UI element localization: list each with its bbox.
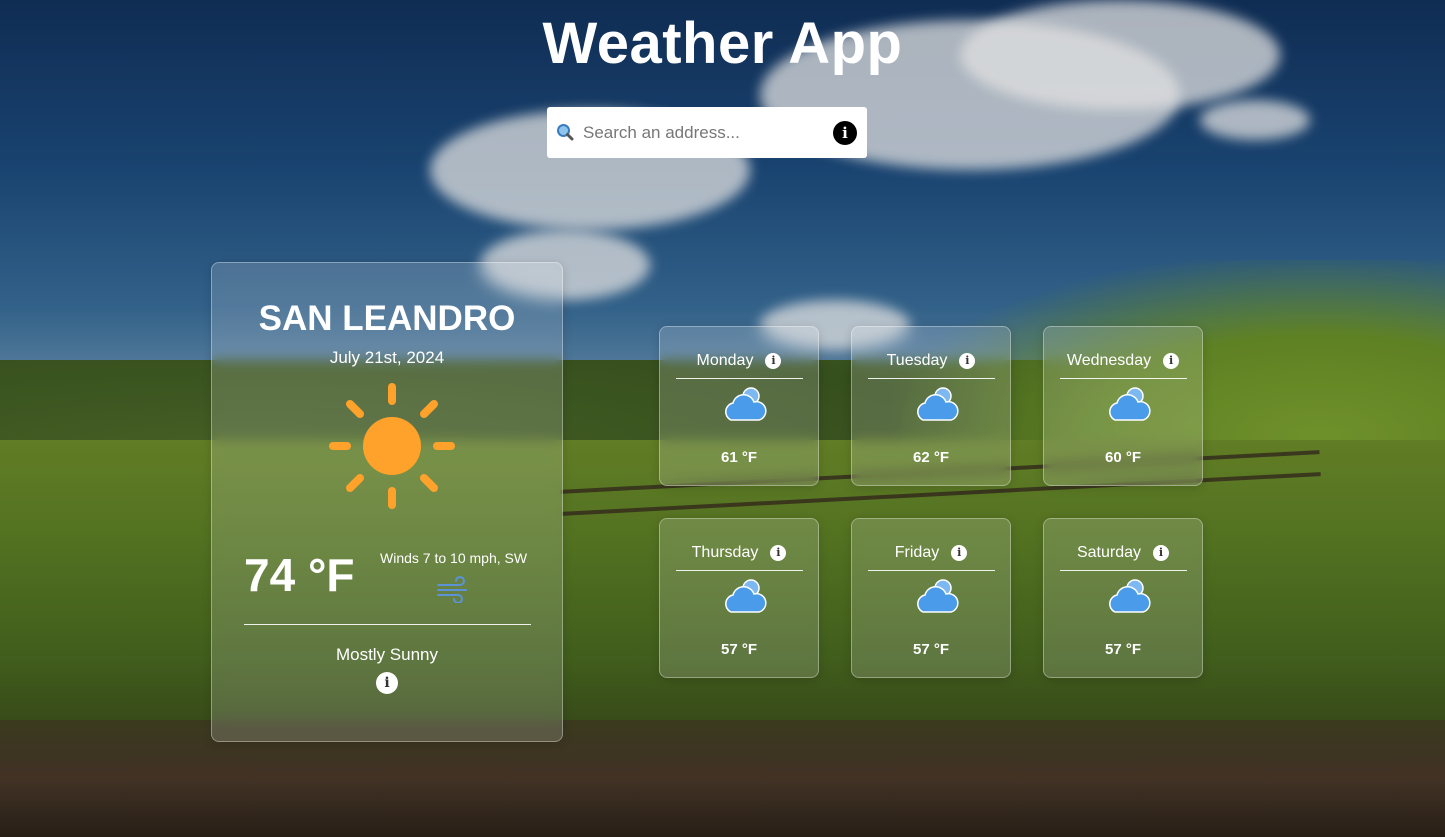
sun-icon xyxy=(329,383,455,509)
forecast-day-label: Monday xyxy=(696,352,754,369)
info-icon[interactable]: i xyxy=(951,545,968,561)
forecast-day-label: Thursday xyxy=(691,544,759,561)
forecast-day-label: Wednesday xyxy=(1066,352,1152,369)
forecast-day-header: Thursday i xyxy=(660,544,818,562)
condition-text: Mostly Sunny xyxy=(335,645,439,664)
search-icon xyxy=(557,124,574,141)
wind-description: Winds 7 to 10 mph, SW xyxy=(380,550,528,566)
forecast-day-label: Tuesday xyxy=(886,352,948,369)
cloud-icon xyxy=(917,387,959,421)
forecast-card-tuesday[interactable]: Tuesday i 62 °F xyxy=(851,326,1011,486)
condition-info-icon[interactable]: i xyxy=(376,672,398,694)
forecast-day-header: Wednesday i xyxy=(1044,352,1202,370)
wind-icon xyxy=(437,576,467,603)
current-divider xyxy=(244,624,531,625)
forecast-card-friday[interactable]: Friday i 57 °F xyxy=(851,518,1011,678)
forecast-card-thursday[interactable]: Thursday i 57 °F xyxy=(659,518,819,678)
city-name: SAN LEANDRO xyxy=(258,299,516,338)
info-icon[interactable]: i xyxy=(1153,545,1170,561)
forecast-card-saturday[interactable]: Saturday i 57 °F xyxy=(1043,518,1203,678)
info-icon[interactable]: i xyxy=(770,545,787,561)
forecast-divider xyxy=(1060,378,1187,379)
info-icon[interactable]: i xyxy=(1163,353,1180,369)
search-info-icon[interactable]: i xyxy=(833,121,857,145)
forecast-temperature: 57 °F xyxy=(912,641,949,658)
forecast-card-wednesday[interactable]: Wednesday i 60 °F xyxy=(1043,326,1203,486)
forecast-day-header: Monday i xyxy=(660,352,818,370)
forecast-temperature: 57 °F xyxy=(720,641,757,658)
forecast-temperature: 60 °F xyxy=(1104,449,1141,466)
info-icon[interactable]: i xyxy=(765,353,782,369)
forecast-divider xyxy=(1060,570,1187,571)
forecast-temperature: 61 °F xyxy=(720,449,757,466)
cloud-icon xyxy=(917,579,959,613)
current-date: July 21st, 2024 xyxy=(329,348,445,367)
current-weather-card: SAN LEANDRO July 21st, 2024 74 °F Winds … xyxy=(211,262,563,742)
cloud-icon xyxy=(725,579,767,613)
forecast-divider xyxy=(868,570,995,571)
current-temperature: 74 °F xyxy=(244,549,355,601)
forecast-card-monday[interactable]: Monday i 61 °F xyxy=(659,326,819,486)
info-icon[interactable]: i xyxy=(959,353,976,369)
forecast-day-label: Friday xyxy=(894,544,940,561)
cloud-icon xyxy=(1109,579,1151,613)
search-input[interactable] xyxy=(581,117,825,149)
forecast-day-header: Saturday i xyxy=(1044,544,1202,562)
cloud-icon xyxy=(725,387,767,421)
search-bar: i xyxy=(547,107,867,158)
forecast-temperature: 62 °F xyxy=(912,449,949,466)
forecast-divider xyxy=(676,570,803,571)
forecast-day-label: Saturday xyxy=(1076,544,1142,561)
forecast-divider xyxy=(868,378,995,379)
cloud-icon xyxy=(1109,387,1151,421)
app-title: Weather App xyxy=(542,11,903,76)
forecast-temperature: 57 °F xyxy=(1104,641,1141,658)
forecast-day-header: Tuesday i xyxy=(852,352,1010,370)
forecast-divider xyxy=(676,378,803,379)
forecast-day-header: Friday i xyxy=(852,544,1010,562)
